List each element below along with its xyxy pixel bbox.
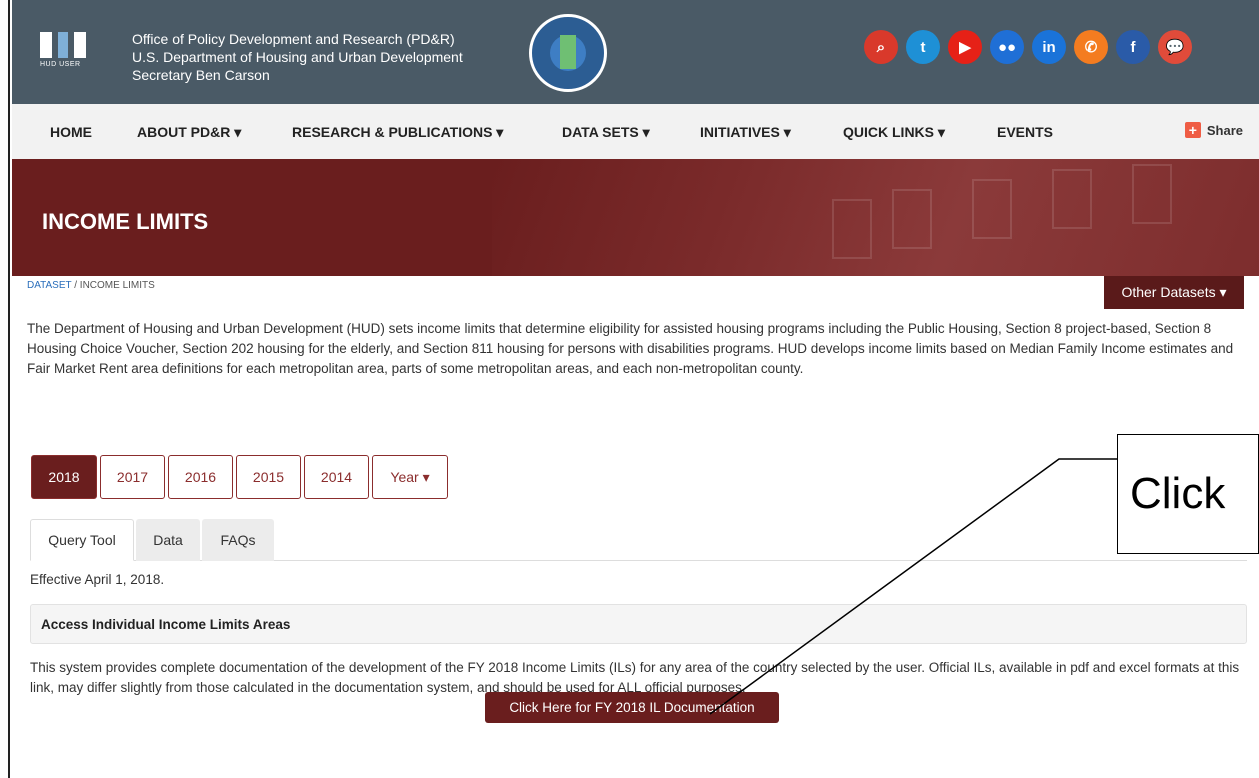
chat-icon[interactable]: 💬 <box>1158 30 1192 64</box>
share-button[interactable]: + Share <box>1184 122 1243 138</box>
year-tab-2016[interactable]: 2016 <box>168 455 233 499</box>
other-datasets-dropdown[interactable]: Other Datasets ▾ <box>1104 276 1244 309</box>
breadcrumb-separator: / <box>71 280 80 291</box>
page-banner: INCOME LIMITS <box>12 159 1259 276</box>
intro-paragraph: The Department of Housing and Urban Deve… <box>27 321 1234 376</box>
youtube-icon[interactable]: ▶ <box>948 30 982 64</box>
year-tab-2015[interactable]: 2015 <box>236 455 301 499</box>
linkedin-icon[interactable]: in <box>1032 30 1066 64</box>
nav-events[interactable]: EVENTS <box>997 124 1053 140</box>
facebook-icon[interactable]: f <box>1116 30 1150 64</box>
callout-label: Click <box>1130 469 1226 518</box>
office-line-1: Office of Policy Development and Researc… <box>132 31 455 47</box>
nav-initiatives[interactable]: INITIATIVES ▾ <box>700 124 791 141</box>
social-icons: ⌕ t ▶ ●● in ✆ f 💬 <box>864 30 1192 64</box>
hud-seal <box>529 14 607 92</box>
window-left-edge <box>0 0 10 778</box>
page-title: INCOME LIMITS <box>42 209 209 234</box>
logo-caption: HUD USER <box>40 61 81 68</box>
effective-date: Effective April 1, 2018. <box>30 572 165 587</box>
office-title: Office of Policy Development and Researc… <box>132 30 463 84</box>
nav-quick-links[interactable]: QUICK LINKS ▾ <box>843 124 945 141</box>
year-tabs: 2018 2017 2016 2015 2014 Year ▾ <box>31 455 448 499</box>
click-callout: Click <box>1117 434 1259 554</box>
nav-data-sets[interactable]: DATA SETS ▾ <box>562 124 650 141</box>
nav-home[interactable]: HOME <box>50 124 92 140</box>
il-documentation-button[interactable]: Click Here for FY 2018 IL Documentation <box>485 692 779 723</box>
main-nav: HOME ABOUT PD&R ▾ RESEARCH & PUBLICATION… <box>12 104 1259 159</box>
breadcrumb-current: INCOME LIMITS <box>79 280 155 291</box>
plus-icon: + <box>1184 122 1201 138</box>
access-heading: Access Individual Income Limits Areas <box>30 604 1247 644</box>
hud-user-logo[interactable]: HUD USER <box>40 32 100 72</box>
year-tab-2014[interactable]: 2014 <box>304 455 369 499</box>
page: HUD USER Office of Policy Development an… <box>12 0 1259 778</box>
office-line-3: Secretary Ben Carson <box>132 67 270 83</box>
search-icon[interactable]: ⌕ <box>864 30 898 64</box>
tab-data[interactable]: Data <box>136 519 200 561</box>
breadcrumb-dataset-link[interactable]: DATASET <box>27 280 71 291</box>
tab-query-tool[interactable]: Query Tool <box>30 519 134 561</box>
phone-icon[interactable]: ✆ <box>1074 30 1108 64</box>
tab-faqs[interactable]: FAQs <box>202 519 274 561</box>
office-line-2: U.S. Department of Housing and Urban Dev… <box>132 49 463 65</box>
year-tab-2017[interactable]: 2017 <box>100 455 165 499</box>
twitter-icon[interactable]: t <box>906 30 940 64</box>
share-label: Share <box>1206 122 1243 138</box>
year-dropdown[interactable]: Year ▾ <box>372 455 448 499</box>
breadcrumb: DATASET / INCOME LIMITS <box>27 280 155 291</box>
year-tab-2018[interactable]: 2018 <box>31 455 97 499</box>
nav-research[interactable]: RESEARCH & PUBLICATIONS ▾ <box>292 124 503 141</box>
flickr-icon[interactable]: ●● <box>990 30 1024 64</box>
nav-about[interactable]: ABOUT PD&R ▾ <box>137 124 241 141</box>
site-header: HUD USER Office of Policy Development an… <box>12 0 1259 104</box>
content-tabs: Query Tool Data FAQs <box>30 519 1247 561</box>
